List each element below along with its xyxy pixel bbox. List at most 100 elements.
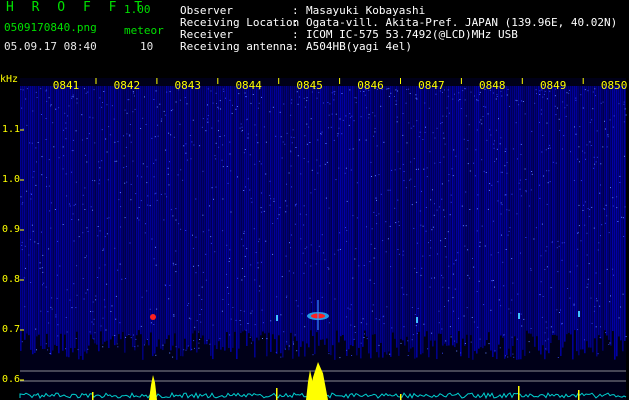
noise-speckle bbox=[256, 134, 258, 136]
noise-speckle bbox=[75, 203, 76, 205]
noise-speckle bbox=[212, 324, 214, 326]
noise-column bbox=[554, 86, 556, 335]
noise-speckle bbox=[494, 161, 496, 162]
noise-speckle bbox=[516, 100, 518, 102]
noise-speckle bbox=[230, 318, 232, 320]
noise-speckle bbox=[491, 184, 493, 186]
noise-speckle bbox=[442, 115, 444, 117]
noise-speckle bbox=[232, 307, 234, 308]
noise-speckle bbox=[247, 133, 249, 135]
noise-speckle bbox=[217, 106, 219, 108]
noise-column bbox=[456, 86, 458, 344]
noise-column bbox=[396, 86, 398, 348]
noise-column bbox=[340, 86, 342, 337]
noise-speckle bbox=[229, 99, 231, 101]
noise-speckle bbox=[198, 331, 200, 333]
noise-speckle bbox=[116, 343, 118, 345]
noise-column bbox=[252, 86, 254, 342]
noise-speckle bbox=[276, 296, 278, 298]
noise-speckle bbox=[528, 205, 530, 207]
noise-column bbox=[502, 86, 504, 338]
noise-speckle bbox=[401, 287, 403, 289]
noise-speckle bbox=[396, 121, 398, 123]
noise-speckle bbox=[155, 192, 157, 194]
noise-column bbox=[604, 86, 606, 331]
noise-speckle bbox=[546, 122, 548, 124]
noise-speckle bbox=[105, 329, 107, 331]
noise-speckle bbox=[244, 255, 246, 257]
noise-speckle bbox=[57, 240, 59, 242]
noise-speckle bbox=[447, 231, 449, 233]
noise-speckle bbox=[250, 264, 252, 266]
noise-speckle bbox=[151, 137, 153, 139]
noise-speckle bbox=[464, 343, 466, 344]
noise-speckle bbox=[616, 196, 618, 198]
noise-speckle bbox=[382, 240, 384, 242]
noise-column bbox=[612, 86, 614, 332]
noise-speckle bbox=[478, 280, 480, 282]
noise-speckle bbox=[464, 245, 466, 247]
noise-speckle bbox=[595, 161, 597, 163]
noise-speckle bbox=[173, 314, 175, 316]
noise-speckle bbox=[390, 92, 392, 94]
noise-speckle bbox=[144, 96, 145, 98]
noise-column bbox=[458, 86, 460, 332]
noise-speckle bbox=[444, 306, 445, 307]
noise-speckle bbox=[94, 180, 96, 182]
noise-speckle bbox=[55, 316, 57, 318]
noise-speckle bbox=[35, 91, 37, 93]
noise-speckle bbox=[481, 123, 483, 125]
noise-speckle bbox=[442, 92, 443, 93]
noise-speckle bbox=[21, 341, 23, 343]
noise-speckle bbox=[516, 213, 518, 215]
noise-speckle bbox=[175, 250, 177, 252]
noise-column bbox=[526, 86, 528, 331]
noise-speckle bbox=[45, 139, 47, 140]
noise-speckle bbox=[250, 102, 252, 104]
noise-speckle bbox=[346, 240, 348, 242]
noise-speckle bbox=[432, 132, 434, 134]
noise-speckle bbox=[358, 139, 360, 141]
noise-speckle bbox=[471, 317, 473, 318]
noise-speckle bbox=[194, 326, 196, 328]
noise-speckle bbox=[199, 339, 201, 340]
noise-column bbox=[464, 86, 466, 346]
noise-column bbox=[38, 86, 40, 335]
noise-speckle bbox=[465, 225, 467, 227]
noise-speckle bbox=[339, 118, 341, 120]
noise-speckle bbox=[600, 184, 601, 186]
noise-speckle bbox=[134, 346, 136, 348]
noise-column bbox=[428, 86, 430, 358]
noise-speckle bbox=[123, 167, 125, 169]
noise-speckle bbox=[66, 331, 68, 333]
noise-speckle bbox=[412, 334, 414, 336]
noise-speckle bbox=[298, 96, 300, 98]
noise-speckle bbox=[283, 103, 285, 105]
noise-speckle bbox=[258, 290, 260, 292]
noise-column bbox=[384, 86, 386, 353]
noise-column bbox=[438, 86, 440, 334]
x-tick-label: 0845 bbox=[296, 79, 323, 92]
noise-speckle bbox=[577, 248, 579, 250]
noise-speckle bbox=[477, 326, 479, 328]
y-axis-unit: kHz bbox=[0, 74, 19, 85]
noise-speckle bbox=[134, 108, 136, 110]
noise-column bbox=[190, 86, 192, 351]
noise-speckle bbox=[304, 248, 306, 250]
noise-speckle bbox=[623, 121, 625, 123]
noise-speckle bbox=[243, 152, 245, 154]
noise-speckle bbox=[209, 343, 211, 345]
noise-speckle bbox=[117, 346, 119, 348]
noise-speckle bbox=[106, 217, 108, 219]
noise-speckle bbox=[175, 101, 177, 103]
noise-column bbox=[404, 86, 406, 346]
noise-speckle bbox=[354, 97, 356, 99]
noise-speckle bbox=[374, 115, 376, 117]
noise-speckle bbox=[50, 104, 52, 106]
noise-speckle bbox=[34, 241, 36, 243]
noise-speckle bbox=[328, 127, 329, 129]
noise-column bbox=[86, 86, 88, 354]
noise-column bbox=[218, 86, 220, 342]
noise-speckle bbox=[51, 297, 53, 299]
noise-speckle bbox=[141, 176, 143, 178]
